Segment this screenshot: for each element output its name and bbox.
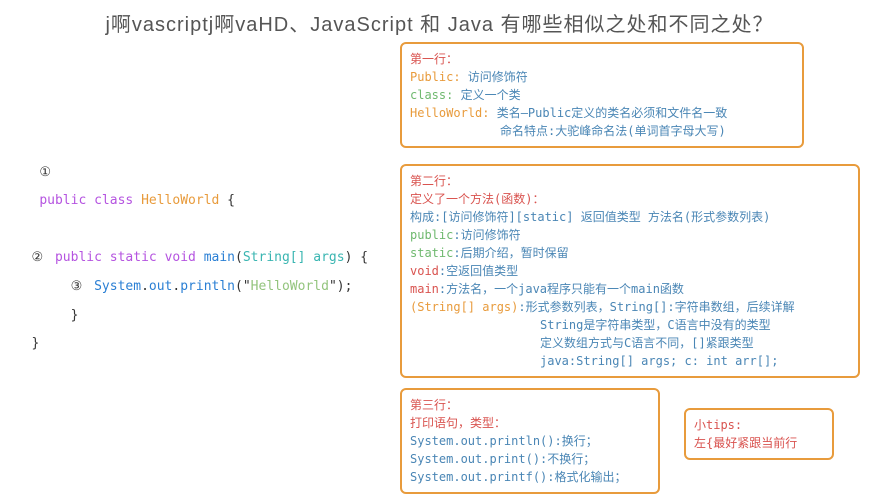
line-marker-2: ② <box>31 244 43 273</box>
tips-heading: 小tips: <box>694 418 742 432</box>
paren-open: ( <box>235 250 243 265</box>
code-sample: ① public class HelloWorld { ② public sta… <box>8 130 368 359</box>
brace-open: { <box>219 193 235 208</box>
args: String[] args <box>243 250 345 265</box>
line-marker-1: ① <box>39 159 51 188</box>
method-main: main <box>204 250 235 265</box>
box1-heading: 第一行： <box>410 52 458 66</box>
println: println <box>180 279 235 294</box>
annotation-box-line1: 第一行： Public: 访问修饰符 class: 定义一个类 HelloWor… <box>400 42 804 148</box>
page-title: j啊vascriptj啊vaHD、JavaScript 和 Java 有哪些相似… <box>0 0 879 41</box>
brace-close-inner: } <box>71 308 79 323</box>
sys: System <box>94 279 141 294</box>
paren-close-brace: ) { <box>345 250 368 265</box>
out: out <box>149 279 172 294</box>
kw-public-2: public <box>55 250 102 265</box>
class-name: HelloWorld <box>141 193 219 208</box>
box3-heading: 第三行： <box>410 398 458 412</box>
box2-heading: 第二行： <box>410 174 458 188</box>
annotation-box-line3: 第三行： 打印语句，类型： System.out.println():换行； S… <box>400 388 660 494</box>
line-marker-3: ③ <box>71 273 83 302</box>
kw-public: public <box>39 193 86 208</box>
brace-close-outer: } <box>31 336 39 351</box>
string-literal: HelloWorld <box>251 279 329 294</box>
tips-box: 小tips: 左{最好紧跟当前行 <box>684 408 834 460</box>
kw-static: static <box>110 250 157 265</box>
annotation-box-line2: 第二行： 定义了一个方法(函数)： 构成:[访问修饰符][static] 返回值… <box>400 164 860 378</box>
kw-class: class <box>94 193 133 208</box>
kw-void: void <box>165 250 196 265</box>
